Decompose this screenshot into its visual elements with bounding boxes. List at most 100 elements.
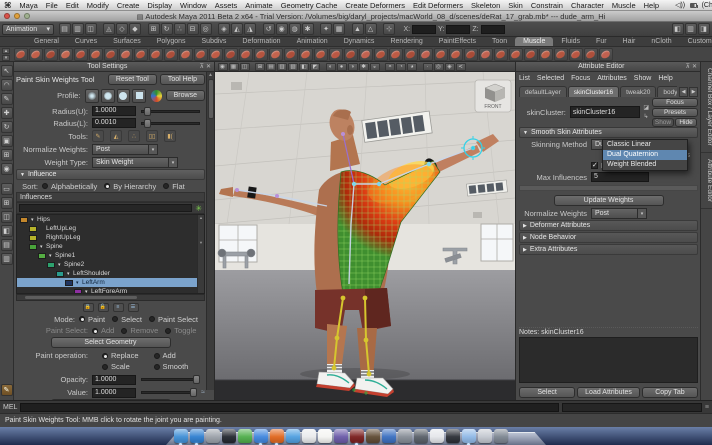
pin-icon[interactable]: ⊼ bbox=[200, 63, 204, 70]
muscle-shelf-icon[interactable] bbox=[374, 48, 388, 61]
muscle-shelf-icon[interactable] bbox=[419, 48, 433, 61]
muscle-shelf-icon[interactable] bbox=[404, 48, 418, 61]
layout-four-view-icon[interactable]: ⊞ bbox=[1, 197, 13, 209]
muscle-shelf-icon[interactable] bbox=[104, 48, 118, 61]
menu-item[interactable]: Animate bbox=[245, 1, 273, 10]
browse-button[interactable]: Browse bbox=[166, 90, 205, 101]
sort-option[interactable]: Alphabetically bbox=[42, 182, 97, 191]
dock-bridge-icon[interactable] bbox=[366, 429, 380, 443]
skinning-method-option[interactable]: Classic Linear bbox=[603, 140, 687, 150]
safe-action-icon[interactable]: ▧ bbox=[288, 63, 298, 71]
gate-mask-icon[interactable]: ▤ bbox=[266, 63, 276, 71]
mode-option[interactable]: Paint bbox=[79, 315, 105, 324]
shelf-tab[interactable]: Muscle bbox=[515, 37, 553, 46]
tab-scroll-arrow-icon[interactable]: ◀ bbox=[679, 87, 688, 97]
paint-operation-option[interactable]: Smooth bbox=[154, 362, 199, 371]
menu-item[interactable]: Constrain bbox=[531, 1, 563, 10]
muscle-shelf-icon[interactable] bbox=[254, 48, 268, 61]
tree-view-icon[interactable]: ☰ bbox=[128, 303, 139, 312]
dock-ical-icon[interactable] bbox=[318, 429, 332, 443]
soft-brush-icon[interactable] bbox=[85, 89, 99, 103]
tab-scroll-arrow-icon[interactable]: ▶ bbox=[689, 87, 698, 97]
max-influences-input[interactable]: 5 bbox=[591, 172, 649, 182]
layout-persp-outliner-icon[interactable]: ◫ bbox=[1, 211, 13, 223]
muscle-shelf-icon[interactable] bbox=[494, 48, 508, 61]
universal-manip-icon[interactable]: ⊞ bbox=[1, 149, 13, 161]
influence-row[interactable]: ▾ Hips bbox=[17, 215, 197, 224]
update-weights-button[interactable]: Update Weights bbox=[554, 195, 664, 206]
xray-icon[interactable]: ◓ bbox=[385, 63, 395, 71]
smooth-skin-section-header[interactable]: ▼Smooth Skin Attributes bbox=[519, 127, 698, 138]
shadows-icon[interactable]: ◒ bbox=[370, 63, 380, 71]
muscle-shelf-icon[interactable] bbox=[194, 48, 208, 61]
shelf-tab[interactable]: Rendering bbox=[382, 37, 430, 46]
layout-split-icon[interactable]: ◧ bbox=[1, 225, 13, 237]
dock-firefox-icon[interactable] bbox=[270, 429, 284, 443]
separator-icon[interactable]: · bbox=[423, 63, 433, 71]
medium-brush-icon[interactable] bbox=[101, 89, 115, 103]
render-icon[interactable]: ◉ bbox=[276, 23, 288, 35]
shelf-tab[interactable]: Toon bbox=[484, 37, 515, 46]
influence-row[interactable]: ▾ LeftShoulder bbox=[17, 269, 197, 278]
paint-select-option[interactable]: Remove bbox=[121, 326, 158, 335]
unlock-weights-icon[interactable]: 🔓 bbox=[98, 303, 109, 312]
influence-row[interactable]: ▾ Spine bbox=[17, 242, 197, 251]
scale-tool-icon[interactable]: ▣ bbox=[1, 135, 13, 147]
muscle-shelf-icon[interactable] bbox=[599, 48, 613, 61]
muscle-shelf-icon[interactable] bbox=[554, 48, 568, 61]
menu-item[interactable]: Modify bbox=[87, 1, 109, 10]
shelf-tab-arrow-icon[interactable]: ▴ bbox=[2, 48, 10, 54]
command-input[interactable] bbox=[20, 403, 559, 412]
radius-l-slider[interactable] bbox=[141, 122, 200, 125]
ae-normalize-weights-dropdown[interactable]: Post▾ bbox=[591, 208, 647, 219]
resolution-gate-icon[interactable]: ⊞ bbox=[255, 63, 265, 71]
shelf-tab[interactable]: Animation bbox=[289, 37, 336, 46]
menu-item[interactable]: Skeleton bbox=[471, 1, 500, 10]
make-live-icon[interactable]: ◈ bbox=[218, 23, 230, 35]
muscle-shelf-icon[interactable] bbox=[344, 48, 358, 61]
camera-icon[interactable]: ◎ bbox=[434, 63, 444, 71]
muscle-shelf-icon[interactable] bbox=[14, 48, 28, 61]
paint-operation-option[interactable]: Scale bbox=[102, 362, 147, 371]
mel-label[interactable]: MEL bbox=[3, 404, 17, 411]
value-curve-icon[interactable]: ≈ bbox=[201, 389, 205, 396]
snap-icon[interactable]: ◉ bbox=[218, 63, 228, 71]
menu-set-dropdown[interactable]: Animation▾ bbox=[2, 24, 54, 35]
shelf-option-arrow-icon[interactable]: ▾ bbox=[2, 55, 10, 61]
muscle-shelf-icon[interactable] bbox=[179, 48, 193, 61]
rotate-tool-icon[interactable]: ↻ bbox=[1, 121, 13, 133]
open-scene-icon[interactable]: ▥ bbox=[72, 23, 84, 35]
dock-safari-icon[interactable] bbox=[254, 429, 268, 443]
field-chart-icon[interactable]: ▥ bbox=[277, 63, 287, 71]
script-editor-icon[interactable]: ≡ bbox=[705, 404, 709, 411]
render-settings-icon[interactable]: ✱ bbox=[302, 23, 314, 35]
sidebar-vertical-tab[interactable]: Channel Box / Layer Editor bbox=[701, 62, 712, 153]
menu-item[interactable]: Maya bbox=[19, 1, 37, 10]
bookmark-icon[interactable]: ◈ bbox=[445, 63, 455, 71]
menu-item[interactable]: Edit Deformers bbox=[413, 1, 463, 10]
menu-item[interactable]: Display bbox=[147, 1, 172, 10]
dock-pixelmator-icon[interactable] bbox=[430, 429, 444, 443]
show-button[interactable]: Show bbox=[652, 118, 674, 127]
load-attributes-button[interactable]: Load Attributes bbox=[577, 387, 640, 398]
window-title-bar[interactable]: ▤Autodesk Maya 2011 Beta 2 x64 - Trial V… bbox=[0, 11, 712, 22]
wireframe-icon[interactable]: ◐ bbox=[326, 63, 336, 71]
menu-item[interactable]: Assets bbox=[215, 1, 238, 10]
shelf-tab[interactable]: PaintEffects bbox=[431, 37, 484, 46]
muscle-shelf-icon[interactable] bbox=[239, 48, 253, 61]
weight-type-dropdown[interactable]: Skin Weight▾ bbox=[92, 157, 178, 168]
pin-icon[interactable]: ⊼ bbox=[686, 63, 690, 70]
dock-documents-icon[interactable] bbox=[478, 429, 492, 443]
skinning-method-option[interactable]: Dual Quaternion bbox=[603, 150, 687, 160]
snap-curve-icon[interactable]: ↻ bbox=[161, 23, 173, 35]
normalize-weights-dropdown[interactable]: Post▾ bbox=[92, 144, 158, 155]
ramp-sphere-icon[interactable] bbox=[151, 90, 162, 102]
apple-menu-icon[interactable]: ⌘ bbox=[4, 1, 11, 10]
influence-row[interactable]: ▾ Spine1 bbox=[17, 251, 197, 260]
muscle-shelf-icon[interactable] bbox=[119, 48, 133, 61]
influence-search-input[interactable] bbox=[19, 204, 192, 212]
paint-select-option[interactable]: Toggle bbox=[165, 326, 196, 335]
focus-button[interactable]: Focus bbox=[652, 98, 698, 107]
muscle-shelf-icon[interactable] bbox=[539, 48, 553, 61]
pencil-brush-icon[interactable]: ✎ bbox=[92, 130, 104, 142]
